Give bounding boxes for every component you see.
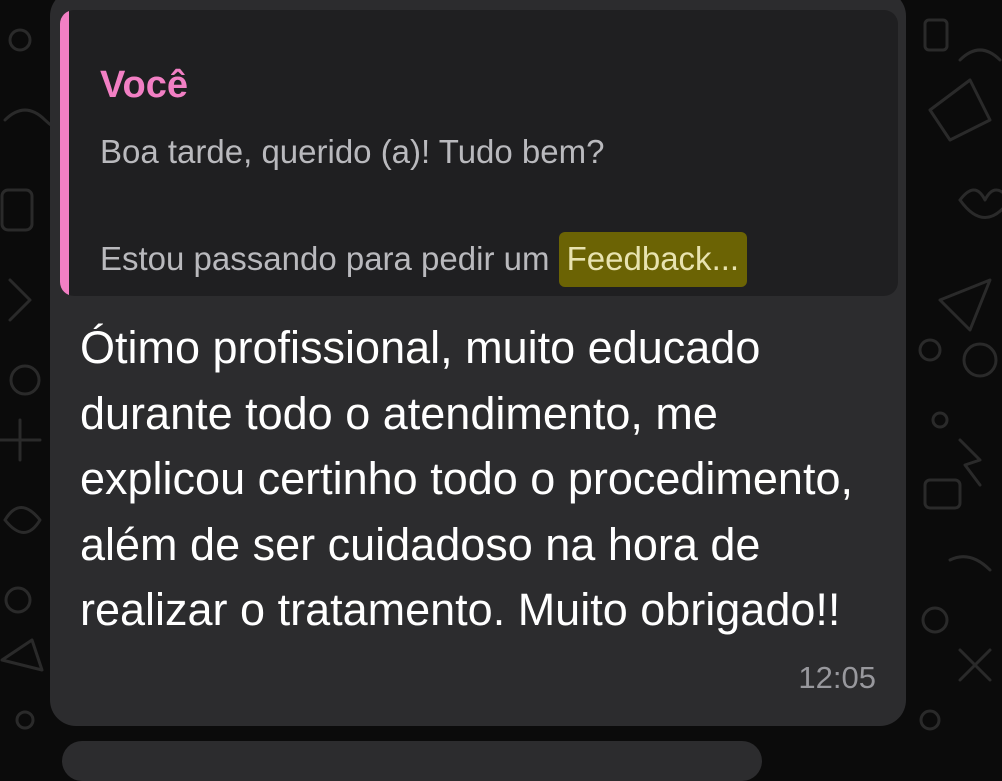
reply-line-2: Estou passando para pedir um Feedback... (100, 232, 748, 287)
reply-line-1: Boa tarde, querido (a)! Tudo bem? (100, 133, 605, 170)
highlighted-word: Feedback (566, 240, 712, 277)
message-bubble[interactable]: Você Boa tarde, querido (a)! Tudo bem? E… (50, 0, 906, 726)
message-text: Ótimo profissional, muito educado durant… (80, 322, 853, 635)
reply-quote[interactable]: Você Boa tarde, querido (a)! Tudo bem? E… (60, 10, 898, 296)
message-timestamp: 12:05 (798, 660, 876, 695)
next-message-bubble[interactable] (62, 741, 762, 781)
reply-line-2-prefix: Estou passando para pedir um (100, 240, 559, 277)
reply-author: Você (100, 64, 189, 106)
search-highlight: Feedback... (558, 232, 748, 287)
reply-accent-bar (60, 10, 69, 296)
reply-ellipsis: ... (711, 240, 740, 277)
